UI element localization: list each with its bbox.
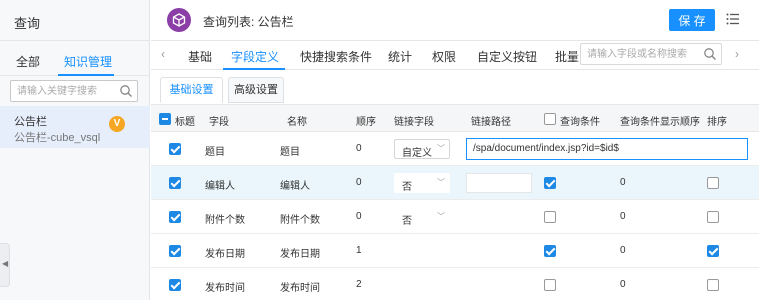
col-title: 标题 bbox=[175, 117, 195, 128]
col-link-field: 链接字段 bbox=[394, 117, 434, 128]
sort-checkbox[interactable] bbox=[707, 177, 719, 189]
status-badge: V bbox=[109, 116, 125, 132]
search-icon[interactable] bbox=[703, 47, 717, 61]
sidebar-tab-knowledge[interactable]: 知识管理 bbox=[64, 53, 112, 70]
tab-statistics[interactable]: 统计 bbox=[388, 48, 412, 65]
col-name: 名称 bbox=[287, 117, 307, 128]
cell-name: 发布日期 bbox=[280, 249, 320, 260]
link-field-select[interactable]: 否 ﹀ bbox=[394, 173, 450, 193]
sidebar-tab-all[interactable]: 全部 bbox=[16, 53, 40, 70]
sidebar-tab-indicator bbox=[58, 74, 114, 76]
cell-order: 0 bbox=[356, 177, 362, 188]
cell-field: 发布时间 bbox=[205, 283, 245, 294]
col-query-display-order: 查询条件显示顺序 bbox=[620, 117, 700, 128]
sidebar: 查询 全部 知识管理 公告栏 公告栏-cube_vsql V ◀ bbox=[0, 0, 150, 300]
field-search-input[interactable] bbox=[581, 44, 699, 64]
sidebar-search bbox=[10, 80, 138, 102]
tab-field-definition[interactable]: 字段定义 bbox=[231, 48, 279, 65]
link-path-input[interactable] bbox=[466, 173, 532, 193]
query-condition-all-checkbox[interactable] bbox=[544, 113, 556, 125]
cell-field: 附件个数 bbox=[205, 215, 245, 226]
row-checkbox[interactable] bbox=[169, 177, 181, 189]
subtab-basic-settings[interactable]: 基础设置 bbox=[160, 77, 223, 103]
sidebar-item-name: 公告栏 bbox=[14, 116, 47, 128]
collapse-handle[interactable]: ◀ bbox=[0, 243, 10, 287]
row-checkbox[interactable] bbox=[169, 143, 181, 155]
table-row[interactable]: 发布日期 发布日期 1 0 bbox=[151, 234, 759, 268]
sidebar-item-announcement[interactable]: 公告栏 公告栏-cube_vsql V bbox=[0, 106, 150, 148]
tab-active-indicator bbox=[223, 68, 285, 70]
cell-name: 题目 bbox=[280, 147, 300, 158]
link-field-value: 自定义 bbox=[402, 148, 432, 159]
cell-field: 题目 bbox=[205, 147, 225, 158]
col-query-condition: 查询条件 bbox=[560, 117, 600, 128]
sidebar-item-subtitle: 公告栏-cube_vsql bbox=[14, 132, 101, 144]
cell-query-display-order: 0 bbox=[620, 245, 626, 256]
cell-name: 编辑人 bbox=[280, 181, 310, 192]
cell-field: 编辑人 bbox=[205, 181, 235, 192]
cell-order: 0 bbox=[356, 143, 362, 154]
search-icon[interactable] bbox=[119, 84, 133, 98]
cell-name: 发布时间 bbox=[280, 283, 320, 294]
cell-query-display-order: 0 bbox=[620, 279, 626, 290]
page-title: 查询列表: 公告栏 bbox=[203, 15, 294, 29]
query-condition-checkbox[interactable] bbox=[544, 245, 556, 257]
link-path-input[interactable]: /spa/document/index.jsp?id=$id$ bbox=[466, 138, 748, 160]
chevron-down-icon: ﹀ bbox=[437, 212, 445, 221]
caret-left-icon: ◀ bbox=[2, 259, 9, 268]
cell-order: 1 bbox=[356, 245, 362, 256]
link-field-select[interactable]: 否 ﹀ bbox=[394, 207, 450, 227]
row-checkbox[interactable] bbox=[169, 245, 181, 257]
query-condition-checkbox[interactable] bbox=[544, 279, 556, 291]
link-field-value: 否 bbox=[402, 182, 412, 193]
list-menu-icon[interactable] bbox=[726, 12, 740, 26]
col-field: 字段 bbox=[209, 117, 229, 128]
table-header: 标题 字段 名称 顺序 链接字段 链接路径 查询条件 查询条件显示顺序 排序 bbox=[151, 104, 759, 132]
sidebar-tabs: 全部 知识管理 bbox=[0, 40, 150, 76]
link-field-value: 否 bbox=[402, 216, 412, 227]
tabs-bar: ‹ 基础 字段定义 快捷搜索条件 统计 权限 自定义按钮 批量 › bbox=[151, 40, 759, 70]
col-sort: 排序 bbox=[707, 117, 727, 128]
subtab-advanced-settings[interactable]: 高级设置 bbox=[228, 77, 284, 103]
cell-field: 发布日期 bbox=[205, 249, 245, 260]
col-link-path: 链接路径 bbox=[471, 117, 511, 128]
tab-permissions[interactable]: 权限 bbox=[432, 48, 456, 65]
chevron-left-icon[interactable]: ‹ bbox=[161, 47, 165, 61]
sort-checkbox[interactable] bbox=[707, 211, 719, 223]
table-row[interactable]: 题目 题目 0 自定义 ﹀ /spa/document/index.jsp?id… bbox=[151, 132, 759, 166]
chevron-down-icon: ﹀ bbox=[437, 178, 445, 187]
link-field-select[interactable]: 自定义 ﹀ bbox=[394, 139, 450, 159]
sort-checkbox[interactable] bbox=[707, 245, 719, 257]
sidebar-search-input[interactable] bbox=[11, 81, 111, 101]
table-row[interactable]: 附件个数 附件个数 0 否 ﹀ 0 bbox=[151, 200, 759, 234]
col-order: 顺序 bbox=[356, 117, 376, 128]
cell-order: 0 bbox=[356, 211, 362, 222]
sidebar-title: 查询 bbox=[14, 16, 41, 31]
save-button[interactable]: 保 存 bbox=[669, 9, 715, 31]
table-row[interactable]: 编辑人 编辑人 0 否 ﹀ 0 bbox=[151, 166, 759, 200]
query-condition-checkbox[interactable] bbox=[544, 211, 556, 223]
cell-name: 附件个数 bbox=[280, 215, 320, 226]
tab-custom-buttons[interactable]: 自定义按钮 bbox=[477, 48, 537, 65]
cell-query-display-order: 0 bbox=[620, 177, 626, 188]
row-checkbox[interactable] bbox=[169, 279, 181, 291]
cell-query-display-order: 0 bbox=[620, 211, 626, 222]
chevron-right-icon[interactable]: › bbox=[735, 47, 739, 61]
chevron-down-icon: ﹀ bbox=[437, 144, 445, 153]
cube-icon bbox=[172, 13, 186, 27]
field-search bbox=[580, 43, 722, 65]
sort-checkbox[interactable] bbox=[707, 279, 719, 291]
app-logo bbox=[167, 8, 191, 32]
header: 查询列表: 公告栏 保 存 bbox=[151, 0, 759, 40]
tab-basic[interactable]: 基础 bbox=[188, 48, 212, 65]
cell-order: 2 bbox=[356, 279, 362, 290]
select-all-checkbox[interactable] bbox=[159, 113, 171, 125]
table-row[interactable]: 发布时间 发布时间 2 0 bbox=[151, 268, 759, 300]
query-condition-checkbox[interactable] bbox=[544, 177, 556, 189]
tab-quick-search[interactable]: 快捷搜索条件 bbox=[300, 48, 372, 65]
row-checkbox[interactable] bbox=[169, 211, 181, 223]
